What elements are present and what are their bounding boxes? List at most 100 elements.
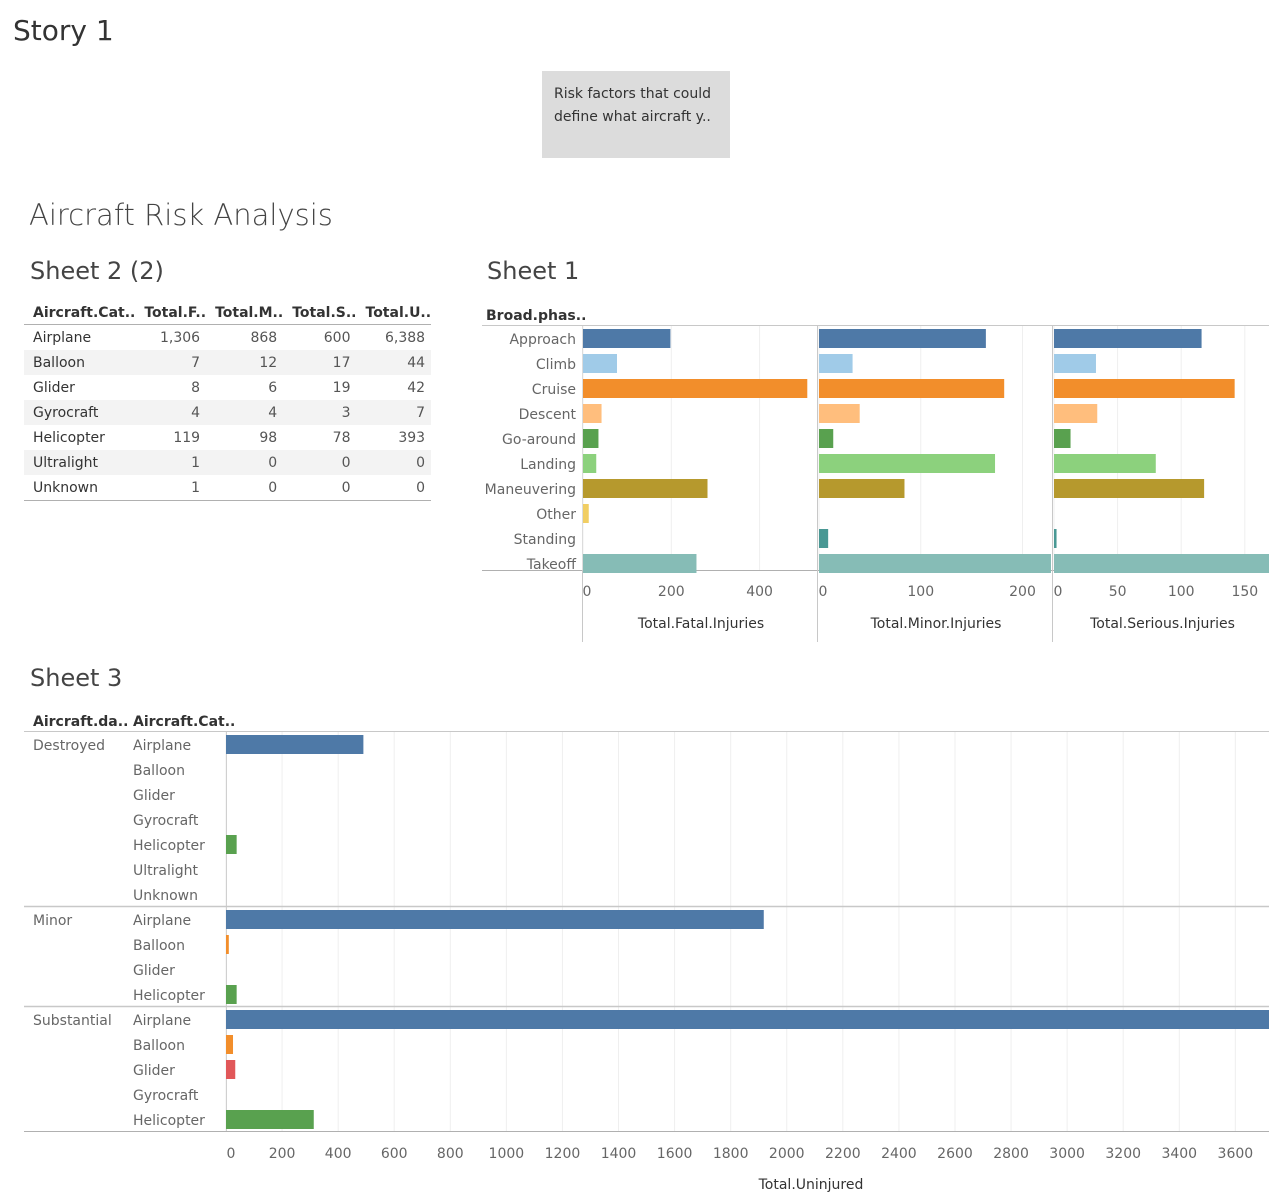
sheet3-tick-label: 400 <box>325 1146 352 1162</box>
sheet3-bar <box>226 910 764 929</box>
sheet1-axis-title: Total.Serious.Injuries <box>1089 616 1235 632</box>
sheet1-bar <box>583 354 617 373</box>
sheet1-bar <box>583 479 708 498</box>
sheet1-category-label: Go-around <box>502 432 576 448</box>
sheet3-category-label: Gyrocraft <box>133 1088 199 1104</box>
sheet3-tick-label: 3000 <box>1049 1146 1085 1162</box>
sheet3-tick-label: 3200 <box>1105 1146 1141 1162</box>
sheet1-tick-label: 200 <box>658 584 685 600</box>
sheet3-tick-label: 1200 <box>545 1146 581 1162</box>
sheet1-tick-label: 100 <box>907 584 934 600</box>
sheet1-bar <box>1054 529 1057 548</box>
sheet3-bar <box>226 1035 234 1054</box>
sheet3-category-label: Balloon <box>133 1038 185 1054</box>
sheet3-tick-label: 2800 <box>993 1146 1029 1162</box>
sheet3-category-label: Glider <box>133 1063 175 1079</box>
sheet1-bar <box>583 429 599 448</box>
sheet1-category-label: Landing <box>520 457 576 473</box>
sheet1-axis-title: Total.Minor.Injuries <box>870 616 1002 632</box>
sheet3-tick-label: 1800 <box>713 1146 749 1162</box>
sheet1-bar <box>583 554 697 573</box>
sheet1-category-label: Other <box>536 507 576 523</box>
sheet3-bar <box>226 735 364 754</box>
sheet3-category-label: Balloon <box>133 763 185 779</box>
sheet3-tick-label: 3600 <box>1218 1146 1254 1162</box>
sheet1-chart: Broad.phas.. Approach Climb Cruise Descent Go… <box>24 308 1269 1193</box>
sheet3-category-label: Balloon <box>133 938 185 954</box>
sheet3-category-label: Glider <box>133 963 175 979</box>
sheet1-bar <box>583 454 597 473</box>
sheet1-category-label: Cruise <box>532 382 576 398</box>
sheet3-bar <box>226 835 237 854</box>
sheet3-tick-label: 2200 <box>825 1146 861 1162</box>
sheet1-tick-label: 0 <box>1054 584 1063 600</box>
sheet3-tick-label: 2400 <box>881 1146 917 1162</box>
sheet1-category-label: Approach <box>509 332 576 348</box>
sheet1-bar <box>583 329 671 348</box>
sheet3-tick-label: 200 <box>269 1146 296 1162</box>
sheet3-group-label: Destroyed <box>33 738 105 754</box>
sheet1-bar <box>819 454 996 473</box>
sheet3-category-label: Unknown <box>133 888 198 904</box>
sheet3-category-label: Helicopter <box>133 988 205 1004</box>
sheet3-axis-title: Total.Uninjured <box>758 1177 864 1193</box>
sheet1-bar <box>1054 404 1098 423</box>
sheet3-tick-label: 1600 <box>657 1146 693 1162</box>
sheet1-category-label: Maneuvering <box>485 482 576 498</box>
sheet3-bar <box>226 935 229 954</box>
sheet3-category-label: Glider <box>133 788 175 804</box>
sheet1-axis-title: Total.Fatal.Injuries <box>637 616 764 632</box>
sheet3-category-label: Airplane <box>133 738 191 754</box>
sheet1-bar <box>583 379 808 398</box>
sheet3-column-header: Aircraft.Cat.. <box>133 714 235 730</box>
sheet1-bar <box>819 429 834 448</box>
sheet3-column-header: Aircraft.da.. <box>33 714 128 730</box>
sheet1-bar <box>1054 454 1156 473</box>
sheet1-tick-label: 200 <box>1009 584 1036 600</box>
sheet3-bar <box>226 1060 236 1079</box>
sheet3-category-label: Airplane <box>133 913 191 929</box>
sheet1-bar <box>819 329 986 348</box>
sheet3-tick-label: 600 <box>381 1146 408 1162</box>
sheet1-row-header: Broad.phas.. <box>486 308 586 324</box>
sheet3-bar <box>226 1110 314 1129</box>
sheet1-bar <box>583 404 602 423</box>
sheet1-tick-label: 400 <box>746 584 773 600</box>
sheet1-bar <box>583 504 589 523</box>
sheet3-tick-label: 3400 <box>1161 1146 1197 1162</box>
sheet3-bar <box>226 985 237 1004</box>
sheet3-category-label: Airplane <box>133 1013 191 1029</box>
sheet3-tick-label: 1400 <box>601 1146 637 1162</box>
sheet1-category-label: Standing <box>514 532 576 548</box>
sheet3-tick-label: 2000 <box>769 1146 805 1162</box>
sheet3-category-label: Gyrocraft <box>133 813 199 829</box>
sheet1-bar <box>819 379 1005 398</box>
sheet3-tick-label: 0 <box>227 1146 236 1162</box>
sheet1-category-label: Descent <box>519 407 577 423</box>
sheet3-tick-label: 2600 <box>937 1146 973 1162</box>
sheet1-category-label: Climb <box>536 357 576 373</box>
sheet1-tick-label: 150 <box>1231 584 1258 600</box>
sheet1-bar <box>1054 554 1269 573</box>
sheet1-bar <box>1054 429 1071 448</box>
sheet1-bar <box>819 529 829 548</box>
sheet3-category-label: Helicopter <box>133 838 205 854</box>
sheet1-bar <box>1054 354 1096 373</box>
sheet1-tick-label: 50 <box>1109 584 1127 600</box>
sheet3-tick-label: 800 <box>437 1146 464 1162</box>
sheet1-tick-label: 100 <box>1168 584 1195 600</box>
sheet1-bar <box>1054 379 1235 398</box>
sheet3-group-label: Minor <box>33 913 72 929</box>
sheet1-category-label: Takeoff <box>526 557 577 573</box>
sheet3-category-label: Helicopter <box>133 1113 205 1129</box>
sheet3-bar <box>226 1010 1269 1029</box>
sheet3-category-label: Ultralight <box>133 863 199 879</box>
sheet1-tick-label: 0 <box>583 584 592 600</box>
sheet1-bar <box>819 404 860 423</box>
sheet3-group-label: Substantial <box>33 1013 112 1029</box>
sheet3-tick-label: 1000 <box>489 1146 525 1162</box>
sheet1-bar <box>1054 479 1205 498</box>
sheet1-bar <box>819 354 853 373</box>
sheet1-bar <box>819 479 905 498</box>
sheet1-tick-label: 0 <box>819 584 828 600</box>
